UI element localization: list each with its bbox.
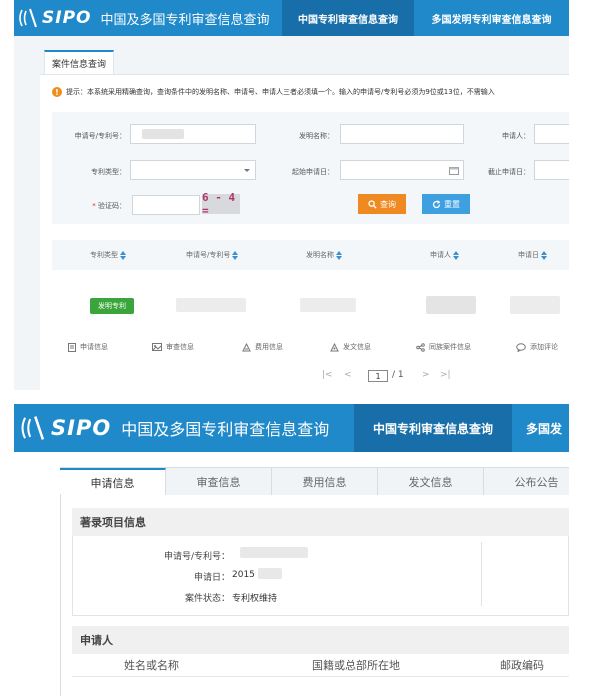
title-input[interactable]	[340, 124, 464, 144]
tab-case-query[interactable]: 案件信息查询	[44, 50, 114, 74]
tab-examination-info[interactable]: 审查信息	[166, 468, 272, 495]
action-application-info[interactable]: 申请信息	[68, 342, 108, 352]
image-icon	[152, 343, 162, 351]
col-applicant-name: 姓名或名称	[124, 659, 179, 672]
field-value-case-status: 专利权维持	[232, 594, 278, 604]
query-button[interactable]: 查询	[358, 194, 406, 214]
sort-icon	[232, 250, 239, 260]
col-app-no[interactable]: 申请号/专利号	[186, 250, 239, 260]
search-page-panel: SIPO 中国及多国专利审查信息查询 中国专利审查信息查询 多国发明专利审查信息…	[14, 0, 569, 390]
prev-page-button[interactable]: <	[344, 370, 352, 380]
site-title: 中国及多国专利审查信息查询	[100, 12, 270, 28]
tab-fee-info[interactable]: 费用信息	[272, 468, 378, 495]
nav-tab-china[interactable]: 中国专利审查信息查询	[354, 404, 512, 452]
label-app-no: 申请号/专利号：	[74, 132, 126, 140]
search-icon	[368, 199, 377, 209]
redacted-app-no	[142, 129, 184, 139]
site-title: 中国及多国专利审查信息查询	[121, 420, 330, 439]
tip-text: 提示：本系统采用精确查询，查询条件中的发明名称、申请号、申请人三者必须填一个。输…	[66, 88, 495, 96]
patent-type-select[interactable]	[130, 160, 256, 180]
action-dispatch-info[interactable]: 发文信息	[330, 342, 371, 352]
logo-text: SIPO	[42, 8, 92, 28]
applicant-row-divider	[72, 676, 569, 677]
sipo-emblem-icon	[21, 416, 45, 440]
reset-button[interactable]: 重置	[422, 194, 470, 214]
search-tip: ! 提示：本系统采用精确查询，查询条件中的发明名称、申请号、申请人三者必须填一个…	[52, 87, 495, 97]
section-bibliographic-title: 著录项目信息	[72, 508, 569, 536]
page-total: / 1	[392, 370, 404, 380]
nav-tab-multinational[interactable]: 多国发	[518, 404, 569, 452]
end-date-input[interactable]	[534, 160, 569, 180]
label-start-date: 起始申请日：	[292, 168, 334, 176]
sort-icon	[336, 250, 342, 260]
document-icon	[68, 342, 76, 352]
action-add-comment[interactable]: 添加评论	[516, 342, 558, 352]
first-page-button[interactable]: |<	[322, 370, 333, 380]
redacted-cell	[300, 298, 356, 312]
redacted-app-no	[240, 547, 308, 558]
sipo-emblem-icon	[19, 8, 37, 28]
patent-type-badge: 发明专利	[90, 298, 134, 314]
col-app-date[interactable]: 申请日	[518, 250, 547, 260]
site-logo[interactable]: SIPO 中国及多国专利审查信息查询	[18, 0, 270, 36]
label-type: 专利类型：	[91, 168, 126, 176]
chevron-down-icon	[244, 169, 250, 172]
col-applicant-postcode: 邮政编码	[500, 659, 544, 672]
label-title: 发明名称：	[299, 132, 334, 140]
dispatch-icon	[330, 342, 339, 351]
action-fee-info[interactable]: 费用信息	[242, 342, 283, 352]
site-header: SIPO 中国及多国专利审查信息查询 中国专利审查信息查询 多国发明专利审查信息…	[14, 0, 569, 36]
nav-tab-china[interactable]: 中国专利审查信息查询	[282, 0, 414, 36]
nav-tab-multinational[interactable]: 多国发明专利审查信息查询	[414, 0, 569, 36]
redacted-cell	[176, 298, 246, 312]
redacted-cell	[510, 296, 560, 314]
label-end-date: 截止申请日：	[488, 168, 530, 176]
calendar-icon[interactable]	[449, 166, 459, 175]
warning-icon: !	[52, 87, 62, 97]
fee-icon	[242, 342, 251, 351]
col-patent-type[interactable]: 专利类型	[90, 250, 126, 260]
field-label-app-no: 申请号/专利号：	[163, 552, 230, 562]
comment-icon	[516, 342, 526, 352]
applicant-input[interactable]	[534, 124, 569, 144]
captcha-input[interactable]	[132, 195, 200, 215]
site-logo[interactable]: SIPO 中国及多国专利审查信息查询	[20, 404, 329, 452]
required-mark: *	[92, 202, 96, 210]
tab-application-info[interactable]: 申请信息	[60, 468, 166, 495]
logo-text: SIPO	[51, 416, 112, 440]
redacted-cell	[426, 296, 476, 314]
refresh-icon	[432, 199, 441, 208]
field-label-case-status: 案件状态：	[184, 594, 230, 604]
action-examination-info[interactable]: 审查信息	[152, 342, 194, 352]
field-label-app-date: 申请日：	[193, 573, 230, 583]
next-page-button[interactable]: >	[422, 370, 430, 380]
section-applicant-title: 申请人	[72, 626, 569, 654]
col-applicant[interactable]: 申请人	[430, 250, 459, 260]
last-page-button[interactable]: >|	[440, 370, 451, 380]
col-applicant-country: 国籍或总部所在地	[312, 659, 400, 672]
captcha-image[interactable]: 6 - 4 =	[202, 191, 240, 217]
sort-icon	[453, 250, 459, 260]
content-border	[60, 494, 61, 696]
tab-publication[interactable]: 公布公告	[484, 468, 569, 495]
sort-icon	[120, 250, 126, 260]
detail-page-panel: SIPO 中国及多国专利审查信息查询 中国专利审查信息查询 多国发 申请信息 审…	[14, 404, 569, 696]
redacted-app-date	[258, 568, 282, 579]
col-title[interactable]: 发明名称	[306, 250, 342, 260]
share-icon	[416, 342, 425, 352]
site-header: SIPO 中国及多国专利审查信息查询 中国专利审查信息查询 多国发	[14, 404, 569, 452]
label-captcha: * 验证码：	[92, 202, 126, 210]
sort-icon	[541, 250, 547, 260]
label-applicant: 申请人：	[502, 132, 530, 140]
tab-dispatch-info[interactable]: 发文信息	[378, 468, 484, 495]
field-value-app-date: 2015	[232, 570, 255, 580]
start-date-input[interactable]	[340, 160, 464, 180]
action-family-cases[interactable]: 同族案件信息	[416, 342, 471, 352]
detail-tab-bar: 申请信息 审查信息 费用信息 发文信息 公布公告	[60, 467, 569, 495]
page-number-input[interactable]: 1	[368, 370, 388, 382]
